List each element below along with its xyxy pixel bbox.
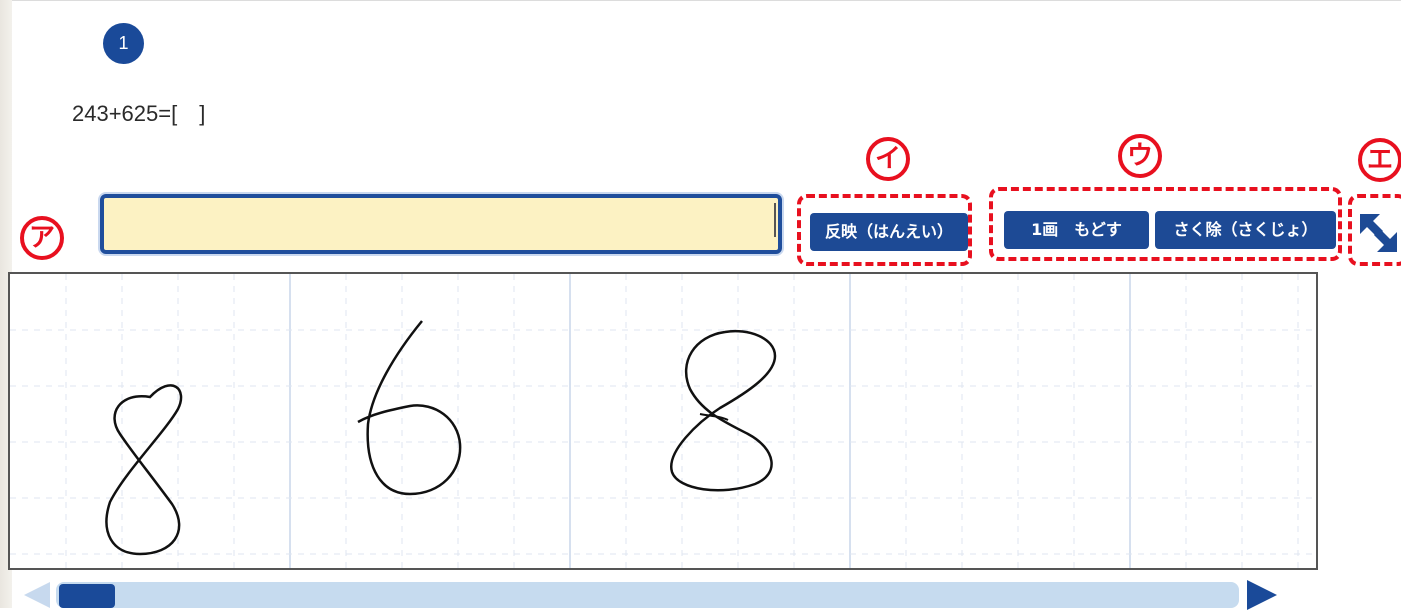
expand-arrows-icon[interactable] [1356, 210, 1401, 256]
answer-input[interactable] [100, 194, 782, 254]
handwriting-canvas[interactable] [8, 272, 1318, 570]
marker-i: イ [866, 137, 910, 181]
marker-a: ア [20, 216, 64, 260]
handwritten-digit-8-second [670, 329, 777, 492]
reflect-button[interactable]: 反映（はんえい） [810, 213, 968, 251]
undo-stroke-button[interactable]: 1画 もどす [1004, 211, 1149, 249]
handwritten-digits [105, 320, 777, 556]
horizontal-scroll-track[interactable] [56, 582, 1239, 608]
marker-e: エ [1358, 138, 1401, 182]
delete-button[interactable]: さく除（さくじょ） [1155, 211, 1336, 249]
question-text: 243+625=[ ] [72, 101, 206, 126]
text-caret [774, 203, 776, 237]
handwritten-digit-6 [357, 320, 462, 496]
scroll-right-arrow[interactable] [1247, 580, 1277, 610]
handwritten-digit-8-first [105, 384, 183, 556]
question-number-badge: 1 [103, 23, 144, 64]
top-divider [12, 0, 1401, 1]
horizontal-scroll-thumb[interactable] [59, 584, 115, 608]
marker-u: ウ [1118, 134, 1162, 178]
scroll-left-arrow[interactable] [24, 582, 50, 608]
